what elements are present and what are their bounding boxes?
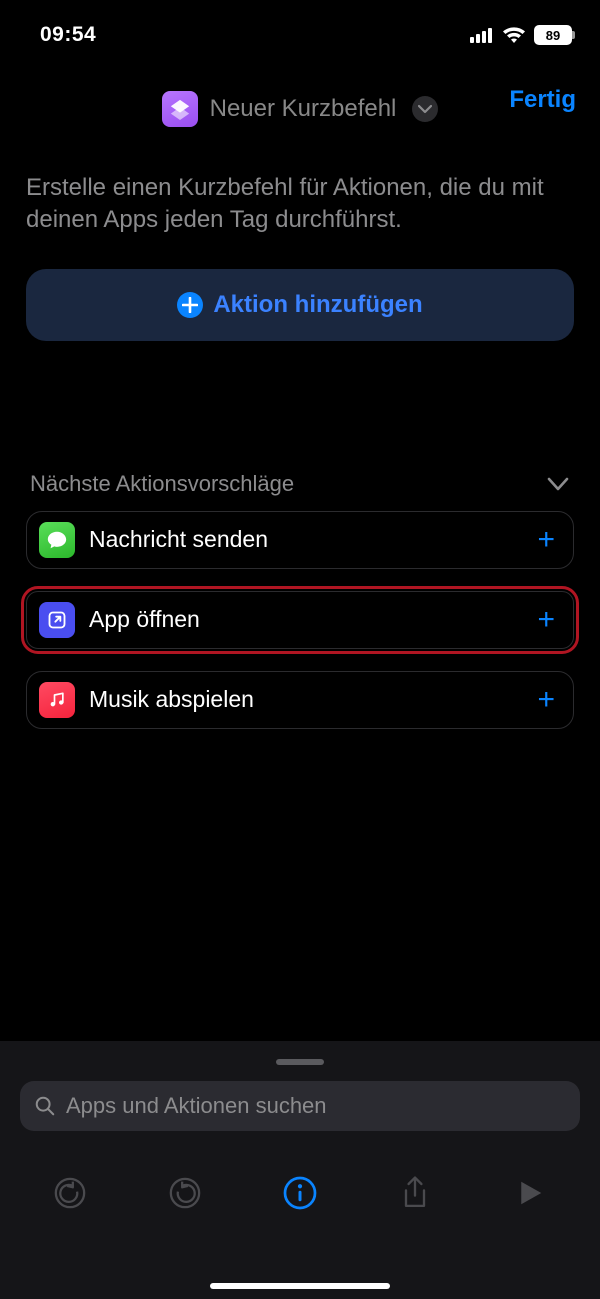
- suggestion-item[interactable]: App öffnen +: [26, 591, 574, 649]
- suggestion-item[interactable]: Nachricht senden +: [26, 511, 574, 569]
- home-indicator[interactable]: [210, 1283, 390, 1289]
- battery-pct: 89: [534, 25, 572, 45]
- shortcuts-app-icon: [162, 91, 198, 127]
- share-button[interactable]: [393, 1171, 437, 1215]
- open-app-icon: [39, 602, 75, 638]
- suggestions-title: Nächste Aktionsvorschläge: [30, 471, 294, 497]
- suggestion-item[interactable]: Musik abspielen +: [26, 671, 574, 729]
- header: Neuer Kurzbefehl Fertig: [0, 56, 600, 132]
- search-field[interactable]: Apps und Aktionen suchen: [20, 1081, 580, 1131]
- search-placeholder: Apps und Aktionen suchen: [66, 1093, 327, 1119]
- redo-button[interactable]: [163, 1171, 207, 1215]
- play-button[interactable]: [508, 1171, 552, 1215]
- hint-text: Erstelle einen Kurzbefehl für Aktionen, …: [26, 172, 574, 237]
- status-time: 09:54: [40, 23, 96, 47]
- add-suggestion-button[interactable]: +: [537, 523, 555, 557]
- suggestions-header[interactable]: Nächste Aktionsvorschläge: [26, 471, 574, 497]
- undo-button[interactable]: [48, 1171, 92, 1215]
- title-dropdown[interactable]: Neuer Kurzbefehl: [162, 91, 439, 127]
- status-indicators: 89: [470, 25, 572, 45]
- search-icon: [34, 1095, 56, 1117]
- shortcut-title: Neuer Kurzbefehl: [210, 95, 397, 123]
- done-button[interactable]: Fertig: [509, 86, 576, 114]
- chevron-down-icon[interactable]: [412, 96, 438, 122]
- suggestion-label: App öffnen: [89, 606, 523, 633]
- chevron-down-icon[interactable]: [546, 476, 570, 492]
- plus-circle-icon: [177, 292, 203, 318]
- add-suggestion-button[interactable]: +: [537, 603, 555, 637]
- bottom-tray: Apps und Aktionen suchen: [0, 1041, 600, 1299]
- add-suggestion-button[interactable]: +: [537, 683, 555, 717]
- wifi-icon: [502, 26, 526, 44]
- add-action-label: Aktion hinzufügen: [213, 291, 422, 319]
- music-icon: [39, 682, 75, 718]
- messages-icon: [39, 522, 75, 558]
- sheet-grabber[interactable]: [276, 1059, 324, 1065]
- suggestion-label: Nachricht senden: [89, 526, 523, 553]
- cellular-icon: [470, 27, 494, 43]
- add-action-button[interactable]: Aktion hinzufügen: [26, 269, 574, 341]
- toolbar: [0, 1171, 600, 1215]
- suggestions-list: Nachricht senden + App öffnen + Musik ab…: [26, 511, 574, 729]
- status-bar: 09:54 89: [0, 0, 600, 56]
- suggestion-label: Musik abspielen: [89, 686, 523, 713]
- info-button[interactable]: [278, 1171, 322, 1215]
- battery-indicator: 89: [534, 25, 572, 45]
